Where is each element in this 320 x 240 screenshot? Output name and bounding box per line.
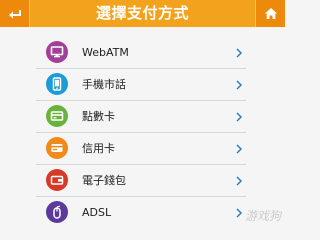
home-button[interactable]	[256, 0, 285, 27]
wallet-icon	[46, 169, 68, 191]
mouse-icon	[46, 201, 68, 223]
payment-option-adsl[interactable]: ADSL	[36, 197, 246, 228]
payment-option-label: WebATM	[82, 46, 129, 59]
payment-option-label: ADSL	[82, 206, 112, 219]
payment-option-label: 信用卡	[82, 142, 115, 155]
chevron-right-icon	[236, 208, 243, 218]
mobile-phone-icon	[46, 73, 68, 95]
payment-option-credit-card[interactable]: 信用卡	[36, 133, 246, 165]
page-title: 選擇支付方式	[95, 4, 189, 22]
chevron-right-icon	[236, 48, 243, 58]
payment-option-points-card[interactable]: 點數卡	[36, 101, 246, 133]
chevron-right-icon	[236, 80, 243, 90]
watermark: 游戏狗	[244, 209, 281, 223]
payment-option-webatm[interactable]: WebATM	[36, 37, 246, 69]
card-icon	[46, 105, 68, 127]
payment-option-label: 點數卡	[82, 110, 115, 123]
chevron-right-icon	[236, 112, 243, 122]
header-bar: 選擇支付方式	[0, 0, 285, 27]
payment-option-e-wallet[interactable]: 電子錢包	[36, 165, 246, 197]
payment-option-label: 手機市話	[82, 78, 126, 91]
home-icon	[264, 8, 277, 19]
payment-option-label: 電子錢包	[82, 174, 126, 187]
credit-card-icon	[46, 137, 68, 159]
payment-option-mobile[interactable]: 手機市話	[36, 69, 246, 101]
chevron-right-icon	[236, 144, 243, 154]
monitor-icon	[46, 41, 68, 63]
payment-method-list: WebATM 手機市話 點數卡 信用卡 電子錢包 ADSL	[36, 37, 246, 228]
back-arrow-icon	[8, 9, 21, 18]
back-button[interactable]	[0, 0, 29, 27]
chevron-right-icon	[236, 176, 243, 186]
